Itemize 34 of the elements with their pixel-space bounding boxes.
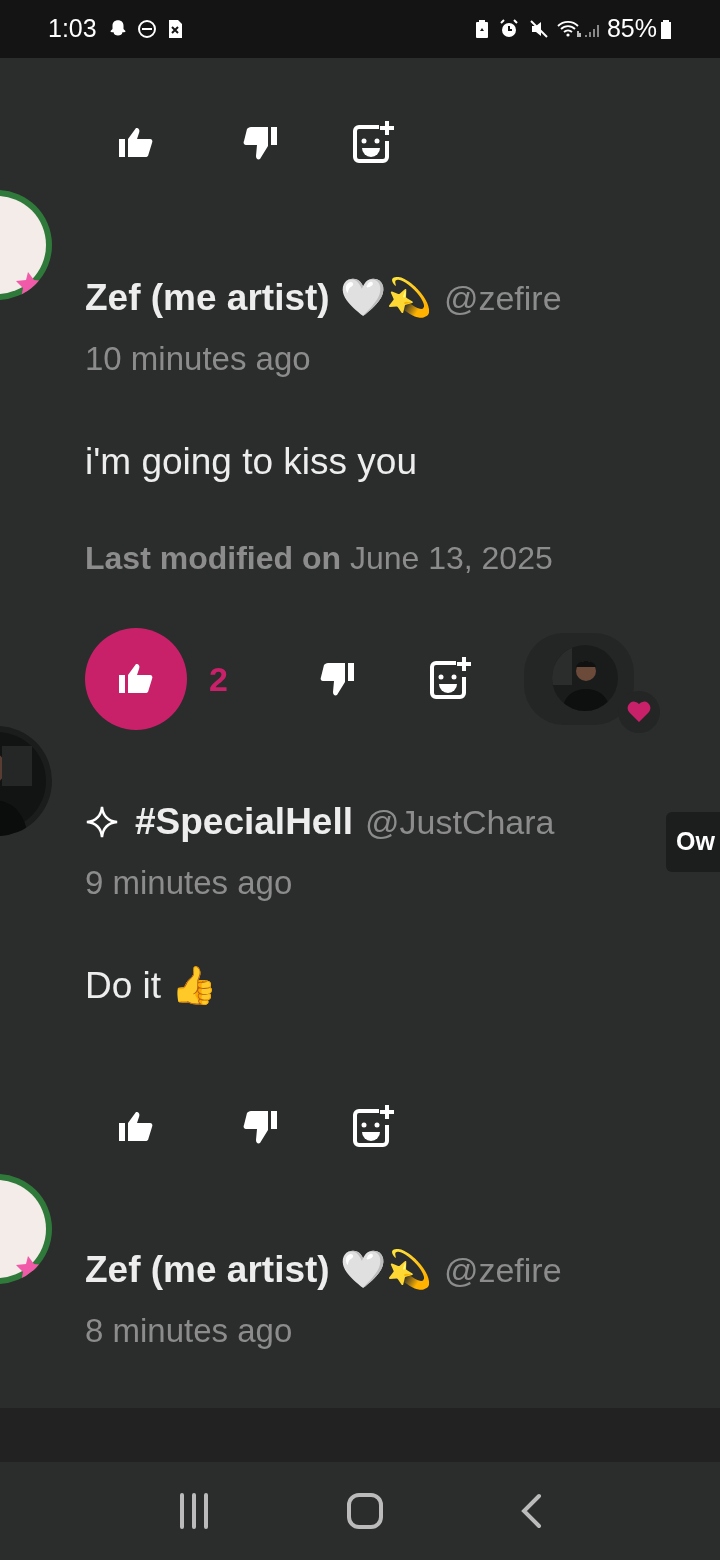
like-count: 2 xyxy=(209,658,228,700)
alarm-icon xyxy=(498,19,519,39)
author-name: Zef (me artist) 🤍💫 xyxy=(85,276,432,321)
timestamp: 9 minutes ago xyxy=(85,863,294,902)
thumbs-up-icon xyxy=(118,663,154,695)
home-icon[interactable] xyxy=(347,1493,383,1529)
thumbs-up-icon xyxy=(118,1111,154,1143)
sparkle-icon xyxy=(85,805,119,839)
battery-percentage: 85% xyxy=(606,13,657,45)
tooltip: Ow xyxy=(666,812,720,872)
comment-text: i'm going to kiss you xyxy=(85,440,418,482)
user-handle[interactable]: @JustChara xyxy=(365,796,555,848)
clock-time: 1:03 xyxy=(48,13,97,45)
thumbs-down-icon xyxy=(243,1109,279,1145)
do-not-disturb-icon xyxy=(136,19,157,39)
heart-icon xyxy=(626,701,651,723)
user-handle[interactable]: @zefire xyxy=(443,1244,562,1296)
sim-card-icon xyxy=(166,19,183,39)
battery-saver-icon xyxy=(474,19,489,39)
thumbs-down-icon xyxy=(243,125,279,161)
comment-text: Do it 👍 xyxy=(85,964,219,1006)
back-icon[interactable] xyxy=(519,1493,542,1529)
last-modified-text: Last modified on June 13, 2025 xyxy=(85,539,554,576)
user-handle[interactable]: @zefire xyxy=(443,272,562,324)
battery-icon xyxy=(660,19,672,39)
mute-icon xyxy=(528,19,549,39)
timestamp: 8 minutes ago xyxy=(85,1311,294,1350)
author-name: #SpecialHell xyxy=(135,800,353,845)
timestamp: 10 minutes ago xyxy=(85,339,312,378)
thumbs-down-icon xyxy=(319,661,356,697)
wifi-icon xyxy=(556,19,583,39)
author-name: Zef (me artist) 🤍💫 xyxy=(85,1248,432,1293)
thumbs-up-icon xyxy=(118,127,154,159)
recent-apps-icon[interactable] xyxy=(178,1493,211,1529)
